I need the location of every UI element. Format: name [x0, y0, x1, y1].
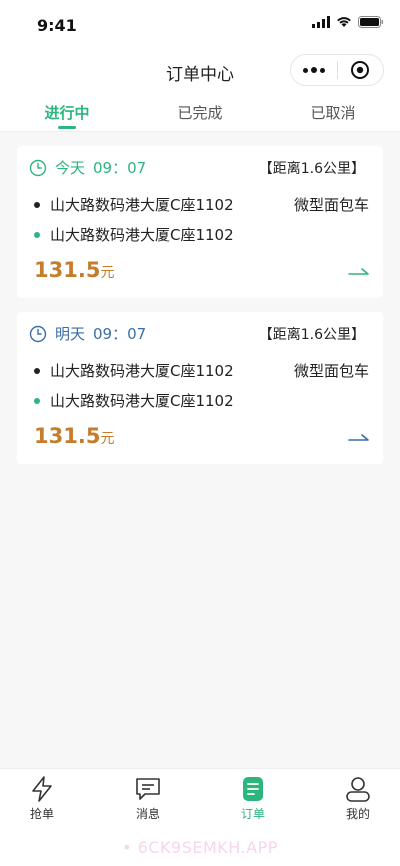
footer-area: • 6CK9SEMKH.APP — [0, 826, 400, 866]
status-icons — [312, 16, 384, 28]
tab-messages[interactable]: 消息 — [98, 775, 198, 822]
dropoff-address: 山大路数码港大厦C座1102 — [50, 226, 234, 244]
tab-completed[interactable]: 已完成 — [150, 102, 250, 123]
order-card[interactable]: 明天 09：07 【距离1.6公里】 山大路数码港大厦C座1102 微型面包车 … — [17, 312, 383, 464]
pickup-address-row: 山大路数码港大厦C座1102 — [34, 360, 234, 381]
vehicle-type: 微型面包车 — [293, 362, 369, 380]
order-time-row: 今天 09：07 — [29, 157, 146, 178]
dropoff-address: 山大路数码港大厦C座1102 — [50, 392, 234, 410]
order-distance: 【距离1.6公里】 — [258, 161, 365, 177]
order-price: 131.5元 — [34, 424, 114, 448]
order-distance: 【距离1.6公里】 — [258, 327, 365, 343]
more-button[interactable] — [291, 55, 337, 85]
tab-label: 消息 — [135, 807, 160, 821]
tab-label: 抢单 — [29, 807, 54, 821]
dropoff-dot-icon — [34, 397, 40, 404]
more-dot-icon — [310, 67, 317, 73]
order-card[interactable]: 今天 09：07 【距离1.6公里】 山大路数码港大厦C座1102 微型面包车 … — [17, 146, 383, 298]
tab-label: 我的 — [345, 807, 370, 821]
pickup-dot-icon — [34, 367, 40, 374]
target-icon — [351, 61, 370, 79]
signal-icon — [312, 16, 330, 28]
active-tab-indicator — [58, 126, 76, 129]
dropoff-dot-icon — [34, 231, 40, 238]
price-amount: 131.5 — [34, 258, 101, 282]
wifi-icon — [337, 17, 351, 27]
more-dot-icon — [302, 67, 308, 73]
battery-icon — [358, 16, 383, 28]
lightning-icon — [0, 775, 92, 803]
order-tabs: 进行中 已完成 已取消 — [0, 92, 400, 132]
order-day: 明天 — [55, 325, 86, 343]
clock-icon — [29, 325, 47, 342]
order-time: 09：07 — [93, 159, 147, 177]
message-icon — [98, 775, 198, 803]
pickup-dot-icon — [34, 201, 40, 208]
price-amount: 131.5 — [34, 424, 101, 448]
tab-in-progress[interactable]: 进行中 — [17, 102, 117, 123]
order-day: 今天 — [55, 159, 86, 177]
order-price: 131.5元 — [34, 258, 114, 282]
miniprogram-capsule — [290, 54, 384, 86]
price-unit: 元 — [100, 431, 115, 447]
arrow-right-icon[interactable] — [348, 266, 370, 276]
dropoff-address-row: 山大路数码港大厦C座1102 — [34, 390, 234, 411]
watermark: • 6CK9SEMKH.APP — [122, 838, 278, 857]
more-dot-icon — [319, 67, 325, 73]
price-unit: 元 — [100, 265, 115, 281]
tab-orders[interactable]: 订单 — [203, 775, 303, 822]
arrow-right-icon[interactable] — [348, 432, 370, 442]
vehicle-type: 微型面包车 — [293, 196, 369, 214]
tab-label: 订单 — [240, 807, 265, 821]
order-time-row: 明天 09：07 — [29, 323, 146, 344]
status-bar: 9:41 — [0, 0, 400, 48]
tab-cancelled[interactable]: 已取消 — [283, 102, 383, 123]
clock-icon — [29, 159, 47, 176]
pickup-address-row: 山大路数码港大厦C座1102 — [34, 194, 234, 215]
pickup-address: 山大路数码港大厦C座1102 — [50, 362, 234, 380]
dropoff-address-row: 山大路数码港大厦C座1102 — [34, 224, 234, 245]
nav-bar: 订单中心 — [0, 48, 400, 92]
bottom-tab-bar: 抢单 消息 订单 我的 — [0, 768, 400, 826]
status-time: 9:41 — [37, 16, 77, 35]
order-icon — [203, 775, 303, 803]
profile-icon — [308, 775, 400, 803]
tab-grab-order[interactable]: 抢单 — [0, 775, 92, 822]
tab-profile[interactable]: 我的 — [308, 775, 400, 822]
order-time: 09：07 — [93, 325, 147, 343]
pickup-address: 山大路数码港大厦C座1102 — [50, 196, 234, 214]
close-miniprogram-button[interactable] — [337, 55, 383, 85]
